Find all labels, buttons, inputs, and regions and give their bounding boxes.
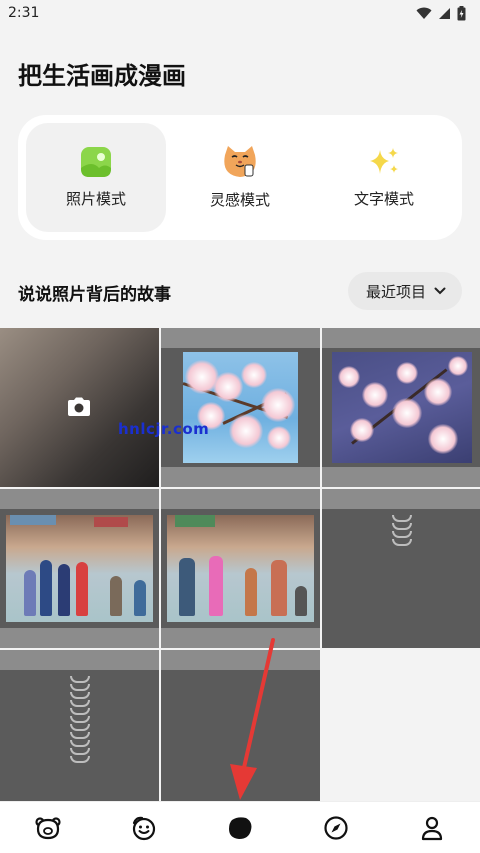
tab-profile[interactable]	[412, 808, 452, 848]
status-time: 2:31	[8, 5, 40, 21]
blossom	[392, 398, 422, 428]
photo-thumbnail[interactable]	[161, 489, 320, 648]
loading-spinner-icon	[69, 676, 90, 764]
blossom	[424, 378, 452, 406]
mode-photo[interactable]: 照片模式	[26, 123, 166, 232]
photo-grid	[0, 328, 480, 809]
blossom	[396, 362, 418, 384]
watermark: hnlcjr.com	[118, 420, 210, 438]
thumbnail-band	[322, 328, 480, 348]
loading-thumbnail[interactable]	[0, 650, 159, 809]
cellular-signal-icon	[439, 7, 450, 19]
mode-label: 灵感模式	[209, 191, 270, 209]
blossom	[362, 382, 388, 408]
loading-spinner-icon	[392, 515, 412, 547]
cherry-blossom-image	[332, 352, 472, 463]
camera-tile[interactable]	[0, 328, 159, 487]
wifi-icon	[416, 7, 432, 19]
thumbnail-band	[161, 489, 320, 509]
photo-thumbnail[interactable]	[161, 328, 320, 487]
user-icon	[421, 816, 443, 840]
blossom	[338, 366, 360, 388]
compass-icon	[324, 815, 348, 840]
game-screenshot	[6, 515, 153, 622]
mode-selector: 照片模式 灵感模式 文字模式	[18, 115, 462, 240]
thumbnail-band	[161, 628, 320, 648]
blossom	[267, 426, 291, 450]
tab-home[interactable]	[28, 808, 68, 848]
character	[179, 558, 195, 616]
status-icons	[416, 5, 466, 21]
character	[245, 568, 257, 616]
recent-items-dropdown[interactable]: 最近项目	[347, 272, 462, 310]
photo-thumbnail[interactable]	[0, 489, 159, 648]
blossom	[448, 356, 468, 376]
mode-text[interactable]: 文字模式	[314, 123, 454, 232]
shop-sign	[10, 515, 56, 525]
shop-sign	[94, 517, 128, 527]
blossom	[261, 388, 295, 422]
mode-inspiration[interactable]: 灵感模式	[170, 123, 310, 232]
character	[110, 576, 122, 616]
camera-icon	[68, 397, 90, 416]
loading-thumbnail[interactable]	[161, 650, 320, 809]
thumbnail-band	[322, 467, 480, 487]
thumbnail-band	[161, 467, 320, 487]
photo-thumbnail[interactable]	[322, 328, 480, 487]
bottom-tab-bar	[0, 801, 480, 853]
character	[24, 570, 36, 616]
thumbnail-band	[0, 489, 159, 509]
dropdown-label: 最近项目	[365, 282, 426, 301]
battery-icon	[457, 5, 466, 20]
mode-label: 文字模式	[353, 190, 414, 208]
status-bar: 2:31	[0, 0, 480, 26]
character	[134, 580, 146, 616]
thumbnail-band	[161, 650, 320, 670]
character	[76, 562, 88, 616]
character	[209, 556, 223, 616]
character	[40, 560, 52, 616]
photo-mode-icon	[81, 147, 111, 177]
cherry-blossom-image	[182, 352, 298, 463]
thumbnail-band	[161, 328, 320, 348]
page-title: 把生活画成漫画	[18, 62, 186, 90]
loading-thumbnail[interactable]	[322, 489, 480, 648]
blossom	[428, 424, 458, 454]
character	[271, 560, 287, 616]
thumbnail-band	[0, 628, 159, 648]
sparkles-icon	[370, 148, 398, 174]
thumbnail-band	[0, 650, 159, 670]
tab-create[interactable]	[220, 808, 260, 848]
blossom	[229, 414, 263, 448]
bear-face-icon	[35, 816, 61, 839]
blossom	[213, 372, 243, 402]
blossom	[350, 418, 374, 442]
character	[58, 564, 70, 616]
game-screenshot	[167, 515, 314, 622]
blob-icon	[229, 816, 252, 839]
tree	[175, 515, 215, 527]
tab-social[interactable]	[124, 808, 164, 848]
section-title: 说说照片背后的故事	[18, 285, 171, 305]
cat-face-icon	[224, 146, 256, 177]
smile-face-icon	[132, 816, 156, 840]
character	[295, 586, 307, 616]
mode-label: 照片模式	[65, 190, 126, 208]
blossom	[241, 362, 267, 388]
tab-discover[interactable]	[316, 808, 356, 848]
chevron-down-icon	[434, 287, 446, 295]
thumbnail-band	[322, 489, 480, 509]
